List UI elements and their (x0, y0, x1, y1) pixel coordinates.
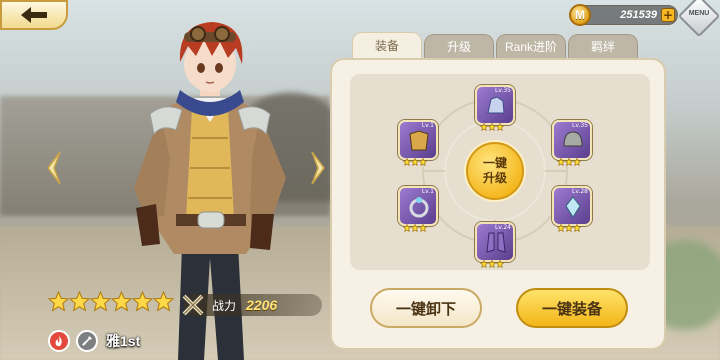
tab-upgrade[interactable]: 升级 (424, 34, 494, 58)
boots-icon (486, 232, 506, 253)
star-icon (68, 290, 91, 312)
star-icon (89, 290, 112, 312)
mini-star-icon (487, 118, 497, 132)
fire-icon[interactable] (48, 330, 70, 352)
equipment-slot-top[interactable]: Lv.35 (475, 85, 515, 132)
equipment-stars (402, 153, 428, 167)
equipment-slot-upper-left[interactable]: Lv.1 (398, 120, 438, 167)
mini-star-icon (479, 118, 489, 132)
equip-all-button[interactable]: 一键装备 (516, 288, 628, 328)
equipment-slots-area: Lv.35 Lv.1 Lv.35 Lv.1 Lv.28 Lv.24 一键 升级 (350, 74, 650, 270)
equipment-level: Lv.35 (572, 122, 588, 129)
equipment-slot-upper-right[interactable]: Lv.35 (552, 120, 592, 167)
equipment-panel: Lv.35 Lv.1 Lv.35 Lv.1 Lv.28 Lv.24 一键 升级 … (330, 58, 666, 350)
equipment-slot-bottom[interactable]: Lv.24 (475, 222, 515, 269)
currency-bar: M 251539 + (569, 4, 678, 26)
character-info: 雅1st (48, 330, 140, 352)
equipment-level: Lv.24 (495, 224, 511, 231)
mini-star-icon (418, 153, 428, 167)
star-icon (47, 290, 70, 312)
currency-value: 251539 (620, 9, 657, 21)
mini-star-icon (418, 219, 428, 233)
power-label: 战力 (212, 298, 237, 313)
equipment-stars (556, 153, 582, 167)
sword-icon[interactable] (76, 330, 98, 352)
helmet-icon (563, 131, 583, 147)
tab-equipment[interactable]: 装备 (352, 32, 422, 58)
equipment-level: Lv.28 (572, 188, 588, 195)
tab-rank-advance[interactable]: Rank进阶 (496, 34, 566, 58)
upgrade-line2: 升级 (482, 171, 507, 185)
mini-star-icon (572, 219, 582, 233)
back-arrow-icon (21, 7, 47, 23)
coin-icon: M (569, 4, 591, 26)
equipment-stars (479, 255, 505, 269)
upgrade-line1: 一键 (482, 156, 507, 170)
mini-star-icon (495, 255, 505, 269)
mini-star-icon (556, 153, 566, 167)
menu-label: MENU (688, 10, 710, 17)
previous-character-arrow-icon[interactable] (44, 150, 62, 186)
combat-power: 战力 2206 (182, 294, 322, 316)
mini-star-icon (556, 219, 566, 233)
equipment-level: Lv.35 (495, 87, 511, 94)
next-character-arrow-icon[interactable] (310, 150, 328, 186)
mini-star-icon (479, 255, 489, 269)
mini-star-icon (410, 219, 420, 233)
armor-icon (409, 130, 429, 151)
ring-icon (409, 197, 429, 218)
power-value: 2206 (246, 297, 278, 313)
mini-star-icon (564, 219, 574, 233)
mini-star-icon (402, 153, 412, 167)
mini-star-icon (402, 219, 412, 233)
mini-star-icon (495, 118, 505, 132)
equipment-level: Lv.1 (421, 188, 434, 195)
star-icon (110, 290, 133, 312)
equipment-stars (556, 219, 582, 233)
mini-star-icon (564, 153, 574, 167)
equipment-level: Lv.1 (421, 122, 434, 129)
one-click-upgrade-button[interactable]: 一键 升级 (466, 142, 524, 200)
equipment-stars (402, 219, 428, 233)
add-currency-button[interactable]: + (661, 8, 675, 22)
unload-all-button[interactable]: 一键卸下 (370, 288, 482, 328)
tab-bond[interactable]: 羁绊 (568, 34, 638, 58)
star-icon (152, 290, 175, 312)
mini-star-icon (410, 153, 420, 167)
mini-star-icon (572, 153, 582, 167)
character-star-rating (47, 290, 175, 312)
amulet-icon (565, 196, 581, 218)
equipment-slot-lower-left[interactable]: Lv.1 (398, 186, 438, 233)
equipment-slot-lower-right[interactable]: Lv.28 (552, 186, 592, 233)
gloves-icon (487, 96, 505, 114)
equipment-stars (479, 118, 505, 132)
back-button[interactable] (0, 0, 68, 30)
mini-star-icon (487, 255, 497, 269)
character-name: 雅1st (106, 333, 141, 349)
crossed-swords-icon (182, 294, 204, 316)
tab-bar: 装备 升级 Rank进阶 羁绊 (352, 32, 638, 58)
star-icon (131, 290, 154, 312)
